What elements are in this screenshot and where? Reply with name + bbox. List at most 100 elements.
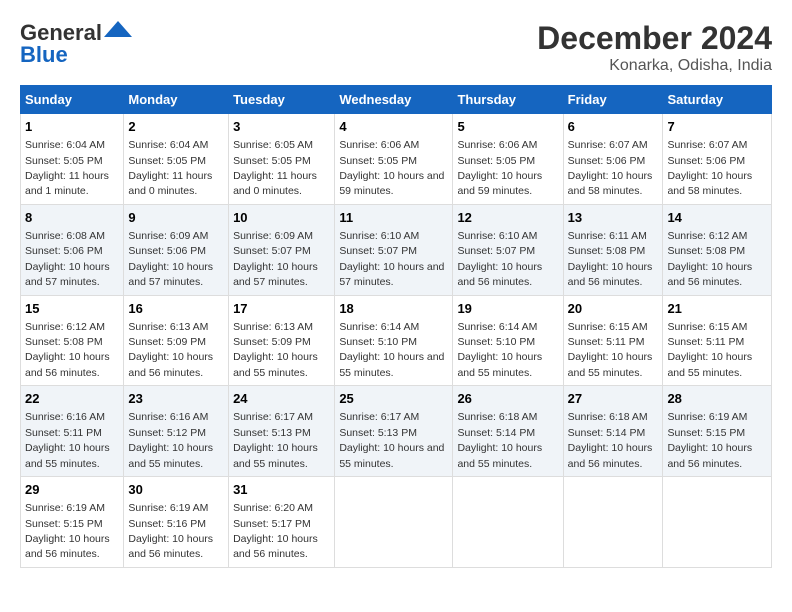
calendar-cell: 1 Sunrise: 6:04 AM Sunset: 5:05 PM Dayli… (21, 114, 124, 205)
sunset-text: Sunset: 5:08 PM (25, 336, 103, 348)
sunrise-text: Sunrise: 6:10 AM (339, 230, 419, 242)
page-subtitle: Konarka, Odisha, India (537, 57, 772, 75)
sunrise-text: Sunrise: 6:14 AM (339, 321, 419, 333)
sunrise-text: Sunrise: 6:09 AM (128, 230, 208, 242)
calendar-cell: 14 Sunrise: 6:12 AM Sunset: 5:08 PM Dayl… (663, 204, 772, 295)
calendar-cell: 21 Sunrise: 6:15 AM Sunset: 5:11 PM Dayl… (663, 295, 772, 386)
sunrise-text: Sunrise: 6:12 AM (25, 321, 105, 333)
page-title: December 2024 (537, 20, 772, 57)
daylight-text: Daylight: 10 hours and 55 minutes. (128, 442, 213, 469)
sunrise-text: Sunrise: 6:19 AM (128, 502, 208, 514)
sunset-text: Sunset: 5:05 PM (457, 155, 535, 167)
calendar-week-row: 22 Sunrise: 6:16 AM Sunset: 5:11 PM Dayl… (21, 386, 772, 477)
sunset-text: Sunset: 5:10 PM (457, 336, 535, 348)
weekday-header-sunday: Sunday (21, 86, 124, 114)
daylight-text: Daylight: 10 hours and 56 minutes. (25, 351, 110, 378)
calendar-cell (563, 477, 663, 568)
daylight-text: Daylight: 10 hours and 56 minutes. (128, 533, 213, 560)
calendar-cell: 24 Sunrise: 6:17 AM Sunset: 5:13 PM Dayl… (229, 386, 335, 477)
daylight-text: Daylight: 10 hours and 55 minutes. (25, 442, 110, 469)
calendar-cell: 30 Sunrise: 6:19 AM Sunset: 5:16 PM Dayl… (124, 477, 229, 568)
sunrise-text: Sunrise: 6:16 AM (128, 411, 208, 423)
sunset-text: Sunset: 5:13 PM (339, 427, 417, 439)
sunset-text: Sunset: 5:05 PM (25, 155, 103, 167)
logo: General Blue (20, 20, 132, 68)
calendar-week-row: 15 Sunrise: 6:12 AM Sunset: 5:08 PM Dayl… (21, 295, 772, 386)
sunrise-text: Sunrise: 6:13 AM (128, 321, 208, 333)
daylight-text: Daylight: 10 hours and 56 minutes. (568, 261, 653, 288)
sunset-text: Sunset: 5:13 PM (233, 427, 311, 439)
sunset-text: Sunset: 5:11 PM (667, 336, 744, 348)
calendar-cell: 3 Sunrise: 6:05 AM Sunset: 5:05 PM Dayli… (229, 114, 335, 205)
calendar-cell: 16 Sunrise: 6:13 AM Sunset: 5:09 PM Dayl… (124, 295, 229, 386)
calendar-cell: 10 Sunrise: 6:09 AM Sunset: 5:07 PM Dayl… (229, 204, 335, 295)
day-number: 10 (233, 209, 330, 227)
calendar-cell: 20 Sunrise: 6:15 AM Sunset: 5:11 PM Dayl… (563, 295, 663, 386)
weekday-header-wednesday: Wednesday (335, 86, 453, 114)
sunset-text: Sunset: 5:11 PM (568, 336, 645, 348)
daylight-text: Daylight: 10 hours and 56 minutes. (568, 442, 653, 469)
sunset-text: Sunset: 5:09 PM (233, 336, 311, 348)
sunset-text: Sunset: 5:06 PM (128, 245, 206, 257)
sunset-text: Sunset: 5:07 PM (457, 245, 535, 257)
logo-blue: Blue (20, 42, 68, 68)
sunset-text: Sunset: 5:06 PM (568, 155, 646, 167)
sunrise-text: Sunrise: 6:04 AM (128, 139, 208, 151)
weekday-header-monday: Monday (124, 86, 229, 114)
sunrise-text: Sunrise: 6:12 AM (667, 230, 747, 242)
day-number: 8 (25, 209, 119, 227)
sunrise-text: Sunrise: 6:04 AM (25, 139, 105, 151)
sunrise-text: Sunrise: 6:07 AM (667, 139, 747, 151)
day-number: 18 (339, 300, 448, 318)
day-number: 1 (25, 118, 119, 136)
title-block: December 2024 Konarka, Odisha, India (537, 20, 772, 75)
calendar-week-row: 8 Sunrise: 6:08 AM Sunset: 5:06 PM Dayli… (21, 204, 772, 295)
day-number: 13 (568, 209, 659, 227)
sunrise-text: Sunrise: 6:06 AM (339, 139, 419, 151)
day-number: 9 (128, 209, 224, 227)
calendar-cell: 11 Sunrise: 6:10 AM Sunset: 5:07 PM Dayl… (335, 204, 453, 295)
day-number: 17 (233, 300, 330, 318)
calendar-cell: 12 Sunrise: 6:10 AM Sunset: 5:07 PM Dayl… (453, 204, 563, 295)
daylight-text: Daylight: 11 hours and 0 minutes. (233, 170, 317, 197)
calendar-table: SundayMondayTuesdayWednesdayThursdayFrid… (20, 85, 772, 568)
day-number: 4 (339, 118, 448, 136)
calendar-cell: 25 Sunrise: 6:17 AM Sunset: 5:13 PM Dayl… (335, 386, 453, 477)
sunrise-text: Sunrise: 6:15 AM (568, 321, 648, 333)
sunrise-text: Sunrise: 6:09 AM (233, 230, 313, 242)
sunrise-text: Sunrise: 6:11 AM (568, 230, 647, 242)
daylight-text: Daylight: 10 hours and 57 minutes. (128, 261, 213, 288)
weekday-header-friday: Friday (563, 86, 663, 114)
daylight-text: Daylight: 10 hours and 57 minutes. (233, 261, 318, 288)
sunrise-text: Sunrise: 6:15 AM (667, 321, 747, 333)
calendar-cell: 27 Sunrise: 6:18 AM Sunset: 5:14 PM Dayl… (563, 386, 663, 477)
daylight-text: Daylight: 10 hours and 56 minutes. (457, 261, 542, 288)
calendar-cell: 6 Sunrise: 6:07 AM Sunset: 5:06 PM Dayli… (563, 114, 663, 205)
calendar-cell: 23 Sunrise: 6:16 AM Sunset: 5:12 PM Dayl… (124, 386, 229, 477)
daylight-text: Daylight: 10 hours and 59 minutes. (339, 170, 444, 197)
sunset-text: Sunset: 5:08 PM (568, 245, 646, 257)
calendar-cell: 31 Sunrise: 6:20 AM Sunset: 5:17 PM Dayl… (229, 477, 335, 568)
calendar-cell (663, 477, 772, 568)
sunset-text: Sunset: 5:15 PM (25, 518, 103, 530)
daylight-text: Daylight: 10 hours and 58 minutes. (568, 170, 653, 197)
sunset-text: Sunset: 5:05 PM (233, 155, 311, 167)
daylight-text: Daylight: 10 hours and 57 minutes. (339, 261, 444, 288)
day-number: 28 (667, 390, 767, 408)
daylight-text: Daylight: 10 hours and 59 minutes. (457, 170, 542, 197)
calendar-week-row: 1 Sunrise: 6:04 AM Sunset: 5:05 PM Dayli… (21, 114, 772, 205)
sunrise-text: Sunrise: 6:16 AM (25, 411, 105, 423)
sunset-text: Sunset: 5:16 PM (128, 518, 206, 530)
sunset-text: Sunset: 5:06 PM (25, 245, 103, 257)
daylight-text: Daylight: 10 hours and 55 minutes. (457, 351, 542, 378)
daylight-text: Daylight: 10 hours and 58 minutes. (667, 170, 752, 197)
day-number: 15 (25, 300, 119, 318)
daylight-text: Daylight: 10 hours and 55 minutes. (233, 351, 318, 378)
day-number: 29 (25, 481, 119, 499)
daylight-text: Daylight: 10 hours and 55 minutes. (339, 351, 444, 378)
day-number: 11 (339, 209, 448, 227)
day-number: 3 (233, 118, 330, 136)
daylight-text: Daylight: 10 hours and 55 minutes. (233, 442, 318, 469)
day-number: 31 (233, 481, 330, 499)
daylight-text: Daylight: 10 hours and 56 minutes. (667, 261, 752, 288)
